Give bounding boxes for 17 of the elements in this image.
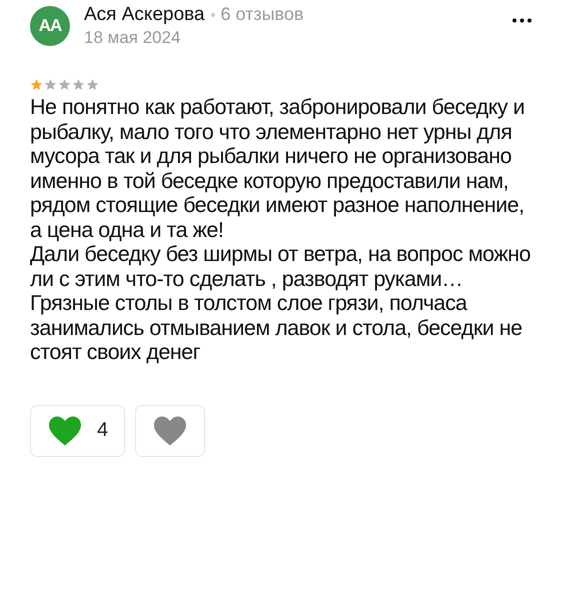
review-text: Не понятно как работают, забронировали беседку и рыбалку, мало того что элементарно нет урны для мусора так и для рыбалки ничего не организовано именно в той беседке которую предоставили нам, рядом стоящие беседки имеют разное наполнение, а цена одна и та же! <box>30 95 526 242</box>
avatar: AA <box>30 6 70 46</box>
heart-icon <box>47 414 83 446</box>
review-text: Дали беседку без ширмы от ветра, на вопрос можно ли с этим что-то сделать , разводят руками… <box>30 242 532 291</box>
review-text: Грязные столы в толстом слое грязи, полчаса занимались отмыванием лавок и стола, беседки не стоят своих денег <box>30 291 524 364</box>
star-icon <box>86 78 99 91</box>
more-icon[interactable] <box>512 18 532 23</box>
star-icon <box>72 78 85 91</box>
review-date: 18 мая 2024 <box>84 28 182 48</box>
author-name[interactable]: Ася Аскерова <box>84 4 205 26</box>
star-icon <box>30 78 43 91</box>
reviews-count: 6 отзывов <box>220 4 304 25</box>
dislike-button[interactable] <box>135 404 206 456</box>
like-button[interactable]: 4 <box>30 404 126 456</box>
heart-icon <box>152 414 188 446</box>
star-icon <box>58 78 71 91</box>
star-icon <box>44 78 57 91</box>
